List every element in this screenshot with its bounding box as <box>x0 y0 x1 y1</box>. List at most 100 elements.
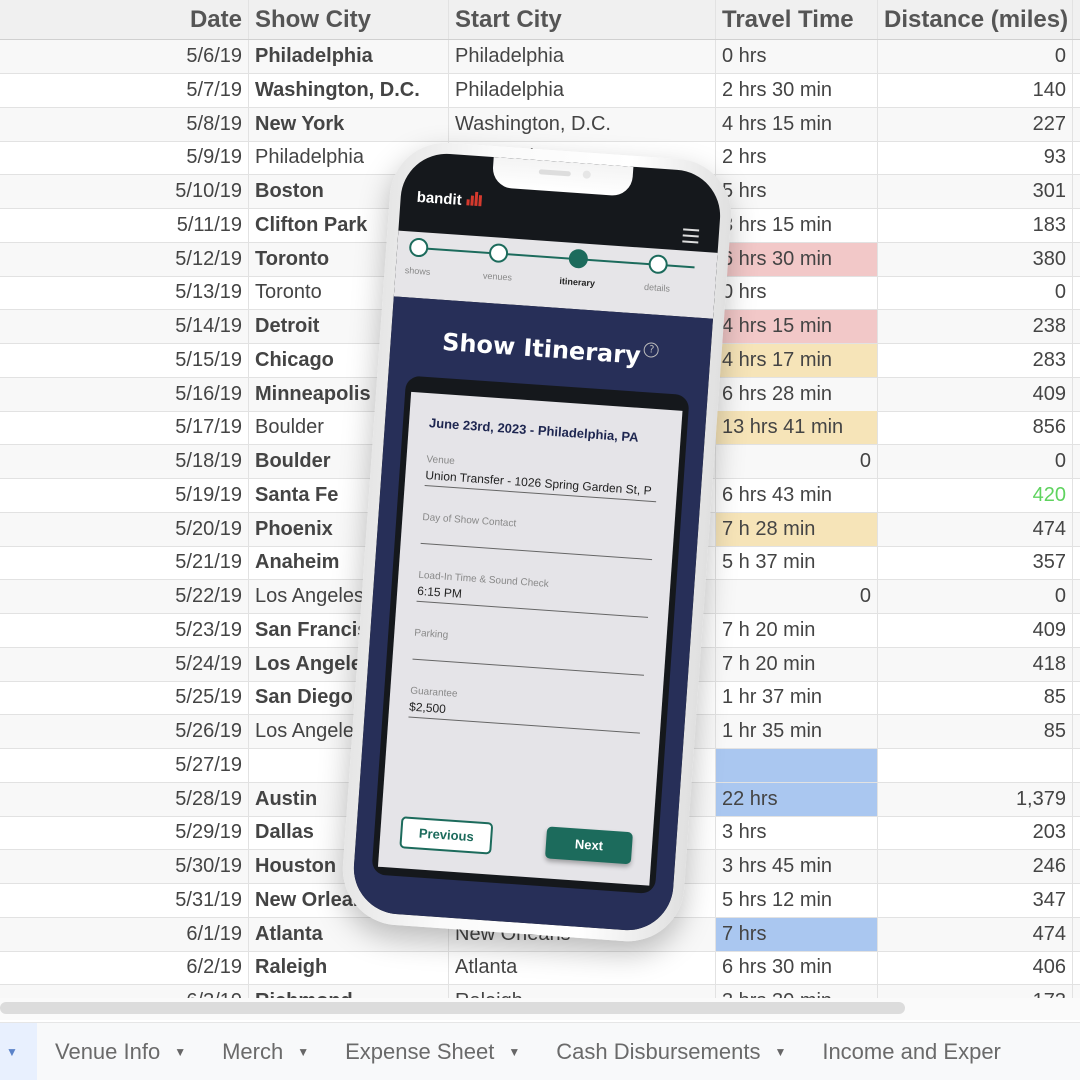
travel-time-cell[interactable]: 5 hrs 12 min <box>716 883 878 917</box>
show-city-cell[interactable]: Washington, D.C. <box>249 73 449 107</box>
distance-cell[interactable]: 0 <box>878 276 1073 310</box>
step-dot-itinerary[interactable] <box>568 248 589 269</box>
date-cell[interactable]: 5/30/19 <box>0 850 249 883</box>
header-travel-time[interactable]: Travel Time <box>716 0 878 39</box>
previous-button[interactable]: Previous <box>399 816 494 855</box>
date-cell[interactable]: 5/7/19 <box>0 73 249 107</box>
distance-cell[interactable]: 409 <box>878 613 1073 647</box>
distance-cell[interactable]: 246 <box>878 850 1073 883</box>
travel-time-cell[interactable]: 7 h 20 min <box>716 647 878 681</box>
distance-cell[interactable]: 409 <box>878 377 1073 411</box>
distance-cell[interactable]: 85 <box>878 681 1073 715</box>
distance-cell[interactable] <box>878 748 1073 782</box>
travel-time-cell[interactable]: 3 hrs <box>716 816 878 850</box>
date-cell[interactable]: 5/11/19 <box>0 208 249 242</box>
distance-cell[interactable]: 1,379 <box>878 782 1073 816</box>
header-distance[interactable]: Distance (miles) <box>878 0 1073 39</box>
sheet-tab[interactable]: Cash Disbursements ▼ <box>538 1023 804 1080</box>
date-cell[interactable]: 5/18/19 <box>0 445 249 478</box>
travel-time-cell[interactable]: 0 <box>716 445 878 478</box>
travel-time-cell[interactable]: 5 h 37 min <box>716 546 878 580</box>
sheet-tab[interactable]: Merch ▼ <box>204 1023 327 1080</box>
date-cell[interactable]: 5/15/19 <box>0 343 249 377</box>
horizontal-scrollbar[interactable] <box>0 998 1080 1020</box>
scrollbar-thumb[interactable] <box>0 1002 905 1014</box>
date-cell[interactable]: 5/14/19 <box>0 310 249 343</box>
start-city-cell[interactable]: Atlanta <box>449 951 716 985</box>
date-cell[interactable]: 5/22/19 <box>0 580 249 613</box>
date-cell[interactable]: 5/16/19 <box>0 377 249 411</box>
distance-cell[interactable]: 347 <box>878 883 1073 917</box>
next-button[interactable]: Next <box>544 826 633 865</box>
distance-cell[interactable]: 140 <box>878 73 1073 107</box>
show-city-cell[interactable]: New York <box>249 107 449 141</box>
date-cell[interactable]: 5/29/19 <box>0 816 249 850</box>
dropdown-arrow-icon[interactable]: ▼ <box>174 1045 186 1059</box>
date-cell[interactable]: 5/10/19 <box>0 175 249 208</box>
step-dot-venues[interactable] <box>488 242 509 264</box>
hamburger-menu-icon[interactable] <box>682 228 700 247</box>
travel-time-cell[interactable]: 6 hrs 43 min <box>716 478 878 512</box>
travel-time-cell[interactable]: 6 hrs 28 min <box>716 377 878 411</box>
header-start-city[interactable]: Start City <box>449 0 716 39</box>
sheet-tab[interactable]: Venue Info ▼ <box>37 1023 204 1080</box>
show-city-cell[interactable]: Richmond <box>249 985 449 998</box>
travel-time-cell[interactable]: 3 hrs 30 min <box>716 985 878 998</box>
distance-cell[interactable]: 420 <box>878 478 1073 512</box>
travel-time-cell[interactable]: 4 hrs 17 min <box>716 343 878 377</box>
date-cell[interactable]: 5/6/19 <box>0 40 249 73</box>
travel-time-cell[interactable]: 6 hrs 30 min <box>716 242 878 276</box>
date-cell[interactable]: 5/23/19 <box>0 613 249 647</box>
travel-time-cell[interactable]: 1 hr 37 min <box>716 681 878 715</box>
distance-cell[interactable]: 0 <box>878 40 1073 73</box>
date-cell[interactable]: 5/20/19 <box>0 512 249 546</box>
travel-time-cell[interactable]: 3 hrs 45 min <box>716 850 878 883</box>
date-cell[interactable]: 5/28/19 <box>0 782 249 816</box>
distance-cell[interactable]: 173 <box>878 985 1073 998</box>
sheet-tab[interactable]: Expense Sheet ▼ <box>327 1023 538 1080</box>
travel-time-cell[interactable]: 6 hrs 30 min <box>716 951 878 985</box>
date-cell[interactable]: 5/31/19 <box>0 883 249 917</box>
travel-time-cell[interactable]: 7 h 20 min <box>716 613 878 647</box>
date-cell[interactable]: 6/1/19 <box>0 917 249 951</box>
distance-cell[interactable]: 0 <box>878 580 1073 613</box>
distance-cell[interactable]: 283 <box>878 343 1073 377</box>
date-cell[interactable]: 5/8/19 <box>0 107 249 141</box>
travel-time-cell[interactable]: 0 hrs <box>716 40 878 73</box>
date-cell[interactable]: 5/13/19 <box>0 276 249 310</box>
bandit-logo[interactable]: bandit <box>416 188 483 211</box>
travel-time-cell[interactable]: 22 hrs <box>716 782 878 816</box>
distance-cell[interactable]: 474 <box>878 512 1073 546</box>
distance-cell[interactable]: 238 <box>878 310 1073 343</box>
date-cell[interactable]: 5/17/19 <box>0 411 249 445</box>
travel-time-cell[interactable] <box>716 748 878 782</box>
date-cell[interactable]: 6/2/19 <box>0 951 249 985</box>
distance-cell[interactable]: 474 <box>878 917 1073 951</box>
travel-time-cell[interactable]: 2 hrs <box>716 141 878 175</box>
date-cell[interactable]: 5/19/19 <box>0 478 249 512</box>
start-city-cell[interactable]: Philadelphia <box>449 73 716 107</box>
travel-time-cell[interactable]: 7 h 28 min <box>716 512 878 546</box>
distance-cell[interactable]: 856 <box>878 411 1073 445</box>
help-icon[interactable]: ? <box>643 342 660 359</box>
travel-time-cell[interactable]: 13 hrs 41 min <box>716 411 878 445</box>
dropdown-arrow-icon[interactable]: ▼ <box>297 1045 309 1059</box>
distance-cell[interactable]: 183 <box>878 208 1073 242</box>
distance-cell[interactable]: 85 <box>878 715 1073 748</box>
date-cell[interactable]: 5/27/19 <box>0 748 249 782</box>
travel-time-cell[interactable]: 0 <box>716 580 878 613</box>
date-cell[interactable]: 5/9/19 <box>0 141 249 175</box>
active-tab[interactable]: ▼ <box>0 1023 37 1080</box>
distance-cell[interactable]: 406 <box>878 951 1073 985</box>
start-city-cell[interactable]: Raleigh <box>449 985 716 998</box>
distance-cell[interactable]: 301 <box>878 175 1073 208</box>
travel-time-cell[interactable]: 0 hrs <box>716 276 878 310</box>
sheet-tab[interactable]: Income and Exper <box>804 1023 1019 1080</box>
travel-time-cell[interactable]: 2 hrs 30 min <box>716 73 878 107</box>
date-cell[interactable]: 5/12/19 <box>0 242 249 276</box>
dropdown-arrow-icon[interactable]: ▼ <box>508 1045 520 1059</box>
distance-cell[interactable]: 203 <box>878 816 1073 850</box>
distance-cell[interactable]: 227 <box>878 107 1073 141</box>
distance-cell[interactable]: 380 <box>878 242 1073 276</box>
distance-cell[interactable]: 357 <box>878 546 1073 580</box>
